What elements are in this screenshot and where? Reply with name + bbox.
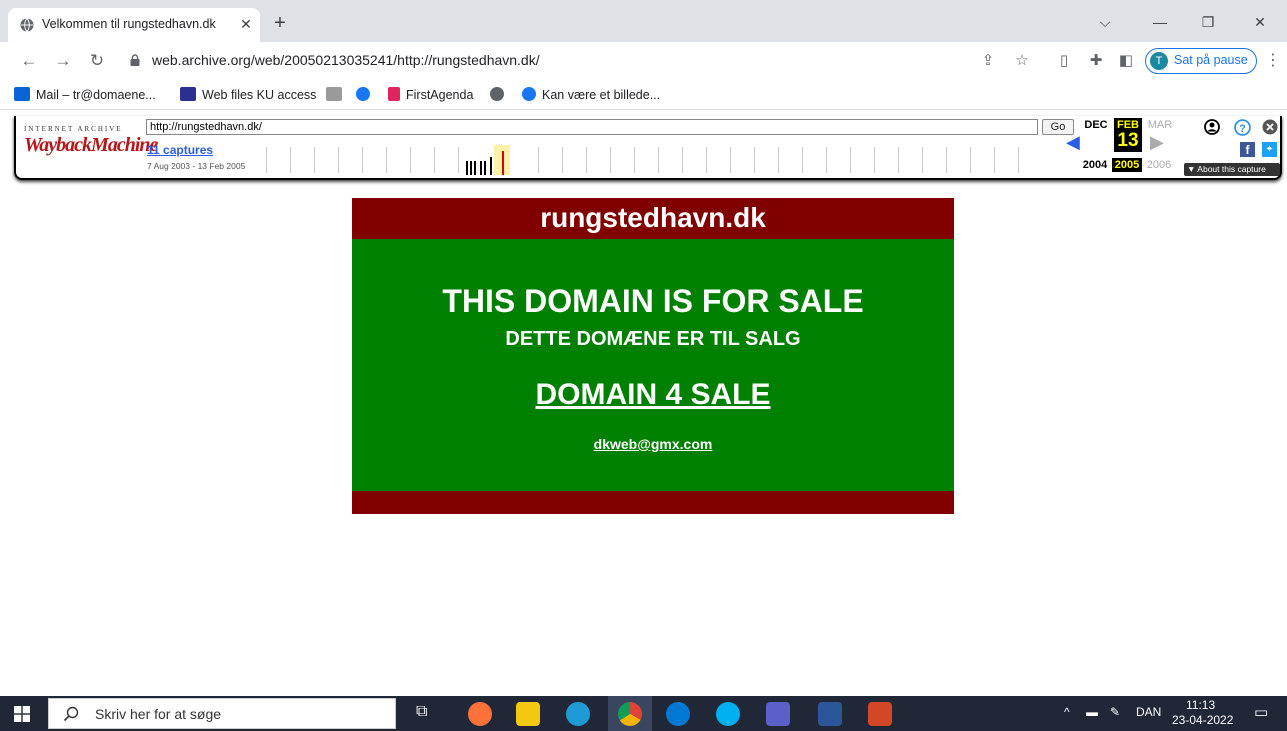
edge-icon[interactable] [566,702,590,726]
lock-icon [130,54,140,66]
pen-icon[interactable]: ✎ [1110,705,1120,719]
network-icon[interactable]: ▬ [1086,705,1098,719]
file-explorer-icon[interactable] [516,702,540,726]
facebook-icon [522,87,536,101]
minimize-icon[interactable]: — [1140,10,1180,34]
bookmark-globe[interactable] [490,87,510,105]
clock-date[interactable]: 23-04-2022 [1172,713,1233,727]
menu-kebab-icon[interactable]: ⋮ [1265,51,1281,71]
tab-strip: Velkommen til rungstedhavn.dk ✕ + ⌵ — ❐ … [0,0,1287,42]
tray-expand-icon[interactable]: ^ [1064,705,1070,719]
crest-icon [326,87,342,101]
wayback-url-input[interactable]: http://rungstedhavn.dk/ [146,119,1038,135]
internet-archive-label: INTERNET ARCHIVE [24,125,123,133]
next-year: 2006 [1146,159,1172,171]
back-icon[interactable]: ← [16,49,42,73]
email-link[interactable]: dkweb@gmx.com [352,436,954,452]
bookmark-mail[interactable]: Mail – tr@domaene... [14,87,156,105]
bookmarks-bar: Mail – tr@domaene... Web files KU access… [0,80,1287,110]
notifications-icon[interactable]: ▭ [1254,703,1268,721]
svg-text:?: ? [1239,123,1245,135]
bookmark-facebook[interactable] [356,87,376,105]
skype-icon[interactable] [716,702,740,726]
tab-title: Velkommen til rungstedhavn.dk [42,17,216,31]
teams-icon[interactable] [766,702,790,726]
captures-link[interactable]: 11 captures [147,143,213,157]
url-text: web.archive.org/web/20050213035241/http:… [152,52,540,68]
bookmark-facebook-post[interactable]: Kan være et billede... [522,87,660,105]
domain-sale-link[interactable]: DOMAIN 4 SALE [352,378,954,412]
capture-day: 13 [1114,130,1142,152]
powerpoint-icon[interactable] [868,702,892,726]
globe-icon [490,87,504,101]
web-files-icon [180,87,196,101]
taskbar: Skriv her for at søge ⧉ ^ ▬ ✎ DAN 11:13 … [0,696,1287,731]
domain-sale-box: rungstedhavn.dk THIS DOMAIN IS FOR SALE … [352,198,954,514]
site-title: rungstedhavn.dk [540,202,766,233]
search-placeholder: Skriv her for at søge [95,706,222,722]
restore-icon[interactable]: ❐ [1188,10,1228,34]
capture-range: 7 Aug 2003 - 13 Feb 2005 [147,161,246,171]
browser-toolbar: ← → ↻ web.archive.org/web/20050213035241… [0,42,1287,80]
taskbar-search[interactable]: Skriv her for at søge [48,698,396,729]
wayback-toolbar: INTERNET ARCHIVE WaybackMachine http://r… [14,116,1282,180]
capture-sparkline[interactable] [256,145,1036,175]
prev-year[interactable]: 2004 [1080,158,1110,172]
tab-search-icon[interactable]: ⌵ [1085,10,1125,34]
extensions-puzzle-icon[interactable]: ✚ [1086,51,1106,71]
address-bar[interactable]: web.archive.org/web/20050213035241/http:… [120,46,1040,76]
close-wayback-icon[interactable] [1262,119,1278,135]
search-icon [63,706,79,722]
globe-icon [20,18,34,32]
sale-headline: THIS DOMAIN IS FOR SALE [442,283,864,319]
bookmark-crest[interactable] [326,87,348,105]
tab-close-icon[interactable]: ✕ [236,13,256,35]
chrome-active-slot[interactable] [608,696,652,731]
document-extension-icon[interactable]: ▯ [1054,51,1074,71]
sale-subheadline: DETTE DOMÆNE ER TIL SALG [505,328,801,350]
avatar: T [1150,52,1168,70]
reload-icon[interactable]: ↻ [84,49,110,73]
bookmark-star-icon[interactable]: ☆ [1012,51,1032,71]
windows-start-icon[interactable] [14,706,30,722]
tab-active[interactable]: Velkommen til rungstedhavn.dk ✕ [8,8,260,42]
skype-business-icon[interactable] [666,702,690,726]
forward-icon[interactable]: → [50,49,76,73]
bookmark-firstagenda[interactable]: FirstAgenda [388,87,473,105]
twitter-share-icon[interactable]: ✦ [1262,142,1277,157]
language-indicator[interactable]: DAN [1136,705,1161,719]
facebook-share-icon[interactable]: f [1240,142,1255,157]
current-year: 2005 [1112,158,1142,172]
word-icon[interactable] [818,702,842,726]
wayback-logo[interactable]: WaybackMachine [24,134,158,157]
clock-time[interactable]: 11:13 [1186,698,1215,712]
close-window-icon[interactable]: ✕ [1240,10,1280,34]
firstagenda-icon [388,87,400,101]
user-icon[interactable] [1204,119,1220,135]
next-capture-arrow-icon: ▶ [1150,132,1164,152]
bookmark-web-files[interactable]: Web files KU access [180,87,316,105]
new-tab-button[interactable]: + [268,12,292,36]
help-icon[interactable]: ? [1234,119,1251,136]
firefox-icon[interactable] [468,702,492,726]
side-panel-icon[interactable]: ◧ [1116,51,1136,71]
chrome-icon [618,702,642,726]
prev-capture-arrow-icon[interactable]: ◀ [1066,132,1080,153]
about-capture-button[interactable]: ▼ About this capture [1184,163,1280,176]
profile-button[interactable]: T Sat på pause [1145,48,1257,74]
share-icon[interactable]: ⇪ [978,51,998,71]
footer-banner [352,491,954,514]
task-view-icon[interactable]: ⧉ [416,703,434,723]
facebook-icon [356,87,370,101]
outlook-icon [14,87,30,101]
next-month: MAR [1147,119,1173,131]
profile-status: Sat på pause [1174,53,1248,67]
prev-month[interactable]: DEC [1082,118,1110,132]
